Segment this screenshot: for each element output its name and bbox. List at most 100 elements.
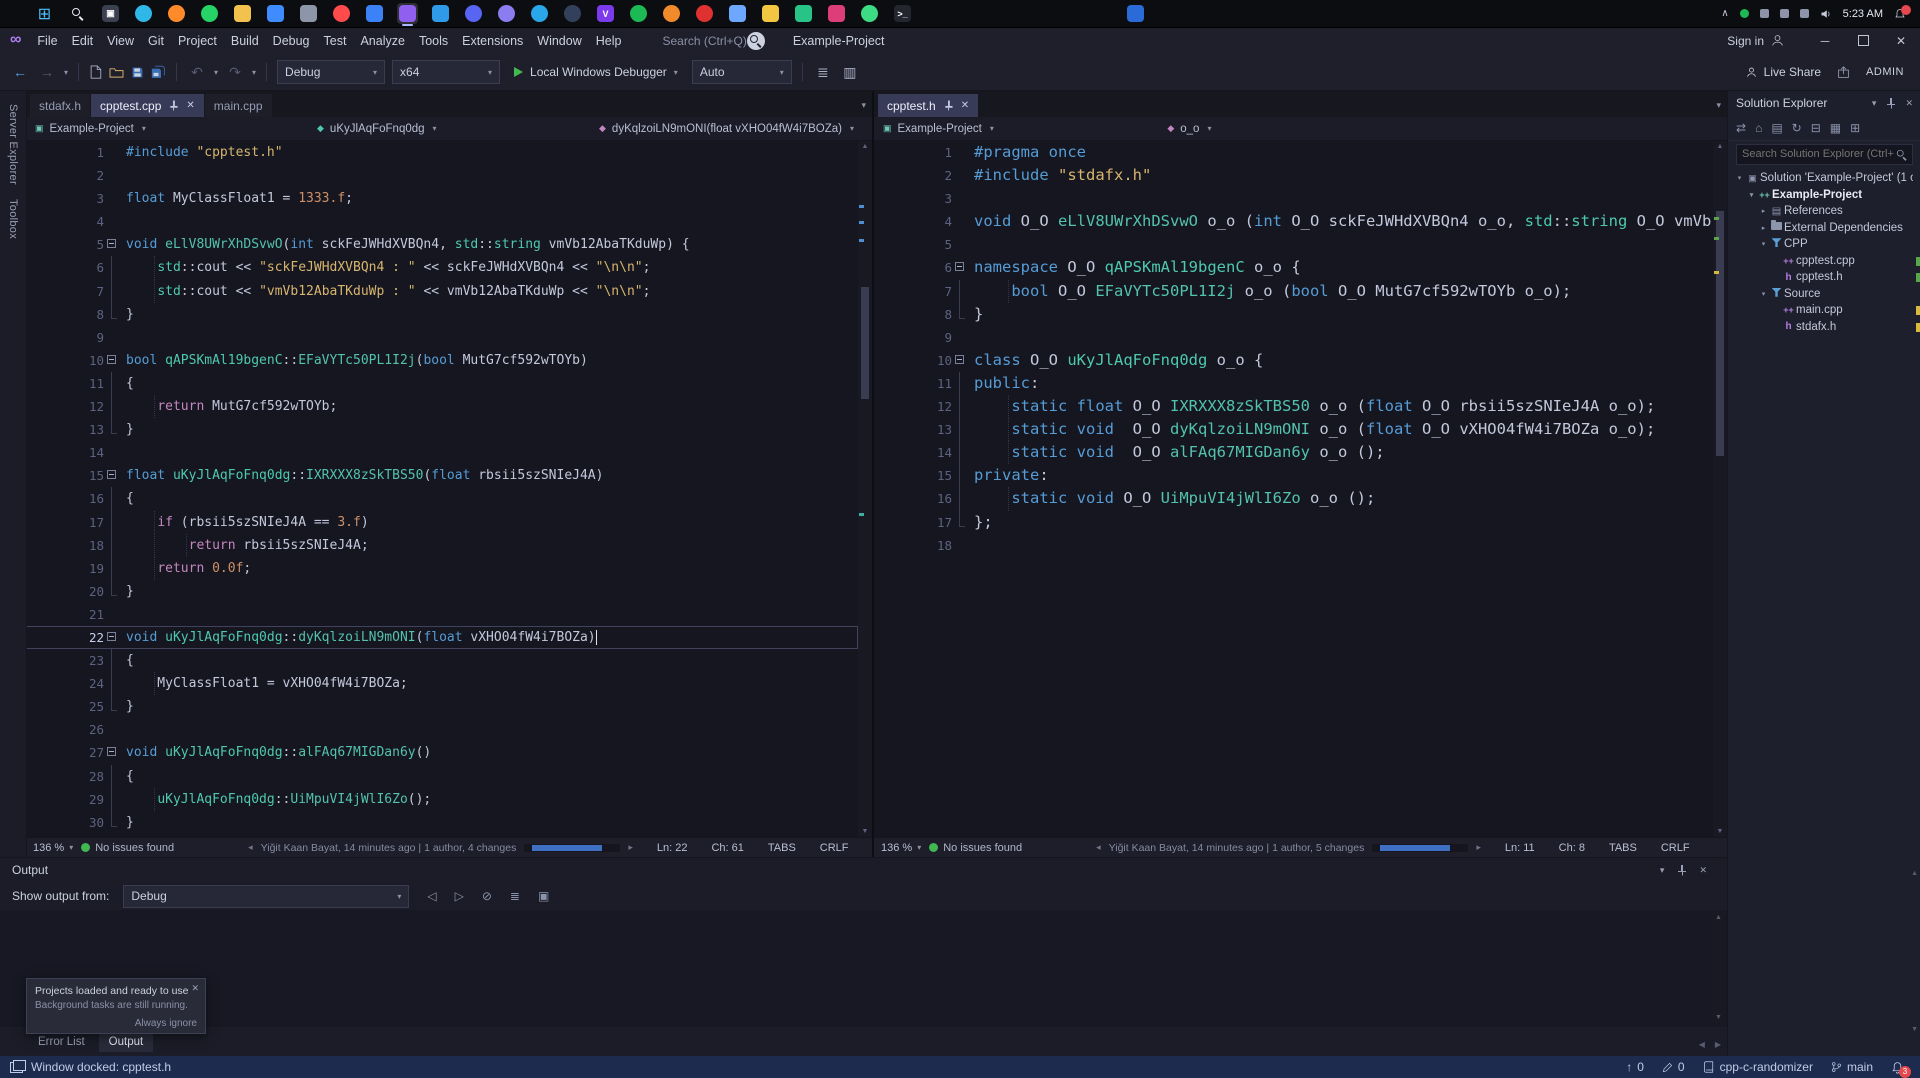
pin-icon[interactable] [1676, 865, 1687, 876]
git-blame-info[interactable]: Yiğit Kaan Bayat, 14 minutes ago | 1 aut… [261, 842, 517, 854]
fold-gutter[interactable] [952, 418, 969, 441]
code-line[interactable]: 30} [26, 811, 858, 834]
code-line[interactable]: 12 return MutG7cf592wTOYb; [26, 395, 858, 418]
horizontal-scrollbar[interactable] [1372, 844, 1468, 852]
git-blame-info[interactable]: Yiğit Kaan Bayat, 14 minutes ago | 1 aut… [1109, 842, 1365, 854]
taskbar-visual-studio-icon[interactable] [397, 3, 418, 24]
sign-in-button[interactable]: Sign in [1727, 34, 1784, 48]
taskbar-opera-icon[interactable] [331, 3, 352, 24]
taskbar-android-studio-icon[interactable] [859, 3, 880, 24]
fold-gutter[interactable] [104, 210, 121, 233]
code-line[interactable]: 14 static void O_O alFAq67MIGDan6y o_o (… [874, 441, 1713, 464]
taskbar-start-icon[interactable]: ⊞ [34, 3, 55, 24]
sidebar-tab-toolbox[interactable]: Toolbox [7, 199, 19, 239]
code-line[interactable]: 20} [26, 580, 858, 603]
code-line[interactable]: 8} [874, 303, 1713, 326]
fold-gutter[interactable] [952, 511, 969, 534]
taskbar-camera-icon[interactable] [298, 3, 319, 24]
fold-gutter[interactable] [952, 372, 969, 395]
scroll-up-icon[interactable]: ▲ [1911, 870, 1918, 877]
code-line[interactable]: 22void uKyJlAqFoFnq0dg::dyKqlzoiLN9mONI(… [26, 626, 858, 649]
vertical-scroll-thumb[interactable] [861, 287, 869, 399]
fold-gutter[interactable] [104, 326, 121, 349]
code-line[interactable]: 6 std::cout << "sckFeJWHdXVBQn4 : " << s… [26, 256, 858, 279]
sidebar-tab-server-explorer[interactable]: Server Explorer [7, 104, 19, 185]
code-line[interactable]: 18 [874, 534, 1713, 557]
code-line[interactable]: 2#include "stdafx.h" [874, 164, 1713, 187]
redo-dropdown-icon[interactable]: ▾ [252, 68, 256, 77]
taskbar-task-view-icon[interactable]: ▣ [100, 3, 121, 24]
scroll-left-icon[interactable]: ◂ [248, 842, 253, 853]
code-line[interactable]: 5 [874, 233, 1713, 256]
code-line[interactable]: 7 bool O_O EFaVYTc50PL1I2j o_o (bool O_O… [874, 280, 1713, 303]
fold-gutter[interactable] [104, 256, 121, 279]
fold-gutter[interactable] [952, 464, 969, 487]
restore-button[interactable] [1844, 27, 1882, 54]
code-line[interactable]: 17 if (rbsii5szSNIeJ4A == 3.f) [26, 511, 858, 534]
code-line[interactable]: 16 static void O_O UiMpuVI4jWlI6Zo o_o (… [874, 487, 1713, 510]
close-icon[interactable]: ✕ [191, 983, 199, 994]
fold-gutter[interactable] [104, 580, 121, 603]
code-line[interactable]: 15float uKyJlAqFoFnq0dg::IXRXXX8zSkTBS50… [26, 464, 858, 487]
code-line[interactable]: 12 static float O_O IXRXXX8zSkTBS50 o_o … [874, 395, 1713, 418]
document-list-dropdown-icon[interactable]: ▾ [1716, 100, 1721, 111]
scroll-down-icon[interactable]: ▼ [1712, 1014, 1725, 1021]
tray-shield-icon[interactable] [1760, 9, 1769, 18]
horizontal-scroll-thumb[interactable] [1380, 845, 1450, 851]
always-ignore-link[interactable]: Always ignore [135, 1018, 197, 1029]
taskbar-v-app-icon[interactable]: V [595, 3, 616, 24]
fold-gutter[interactable] [952, 441, 969, 464]
fold-gutter[interactable] [952, 395, 969, 418]
fold-gutter[interactable] [952, 210, 969, 233]
taskbar-search-icon[interactable] [67, 3, 88, 24]
code-line[interactable]: 7 std::cout << "vmVb12AbaTKduWp : " << v… [26, 280, 858, 303]
open-log-file-icon[interactable]: ▣ [538, 889, 549, 903]
taskbar-blender-icon[interactable] [661, 3, 682, 24]
fold-gutter[interactable] [104, 372, 121, 395]
tree-item-source[interactable]: ▾Source [1728, 286, 1913, 303]
taskbar-store-icon[interactable] [265, 3, 286, 24]
fold-gutter[interactable] [952, 326, 969, 349]
menu-extensions[interactable]: Extensions [455, 27, 530, 54]
tray-network-icon[interactable] [1800, 9, 1809, 18]
horizontal-scroll-thumb[interactable] [532, 845, 602, 851]
scroll-up-icon[interactable]: ▲ [1713, 143, 1727, 150]
code-line[interactable]: 21 [26, 603, 858, 626]
taskbar-discord-icon[interactable] [463, 3, 484, 24]
save-icon[interactable] [131, 66, 144, 79]
code-line[interactable]: 3float MyClassFloat1 = 1333.f; [26, 187, 858, 210]
tab-close-icon[interactable]: ✕ [961, 100, 969, 111]
close-button[interactable]: ✕ [1882, 27, 1920, 54]
taskbar-pinned-app-icon[interactable] [1125, 3, 1146, 24]
code-line[interactable]: 10class O_O uKyJlAqFoFnq0dg o_o { [874, 349, 1713, 372]
code-line[interactable]: 16{ [26, 487, 858, 510]
code-line[interactable]: 3 [874, 187, 1713, 210]
fold-gutter[interactable] [952, 534, 969, 557]
taskbar-clion-icon[interactable] [793, 3, 814, 24]
code-line[interactable]: 14 [26, 441, 858, 464]
expander-icon[interactable]: ▸ [1758, 207, 1769, 215]
properties-icon[interactable]: ⊞ [1850, 121, 1860, 135]
spotify-tray-icon[interactable] [1740, 9, 1749, 18]
code-line[interactable]: 9 [874, 326, 1713, 349]
clear-all-icon[interactable]: ⊘ [482, 889, 492, 903]
vertical-scroll-thumb[interactable] [1716, 211, 1724, 456]
horizontal-scrollbar[interactable] [524, 844, 620, 852]
code-line[interactable]: 8} [26, 303, 858, 326]
document-tab-cpptest.h[interactable]: cpptest.h✕ [878, 94, 978, 117]
fold-gutter[interactable] [104, 695, 121, 718]
code-line[interactable]: 2 [26, 164, 858, 187]
code-line[interactable]: 23{ [26, 649, 858, 672]
fold-gutter[interactable] [104, 672, 121, 695]
code-line[interactable]: 13 static void O_O dyKqlzoiLN9mONI o_o (… [874, 418, 1713, 441]
code-line[interactable]: 17}; [874, 511, 1713, 534]
volume-icon[interactable] [1820, 8, 1832, 20]
output-scrollbar[interactable]: ▲ ▼ [1712, 912, 1725, 1023]
tab-pin-icon[interactable] [943, 101, 953, 111]
expander-icon[interactable]: ▾ [1758, 240, 1769, 248]
tree-item-references[interactable]: ▸▤References [1728, 203, 1913, 220]
tab-close-icon[interactable]: ✕ [186, 100, 194, 111]
code-editor-left[interactable]: 1#include "cpptest.h"23float MyClassFloa… [26, 141, 872, 837]
fold-gutter[interactable] [104, 718, 121, 741]
code-line[interactable]: 18 return rbsii5szSNIeJ4A; [26, 534, 858, 557]
